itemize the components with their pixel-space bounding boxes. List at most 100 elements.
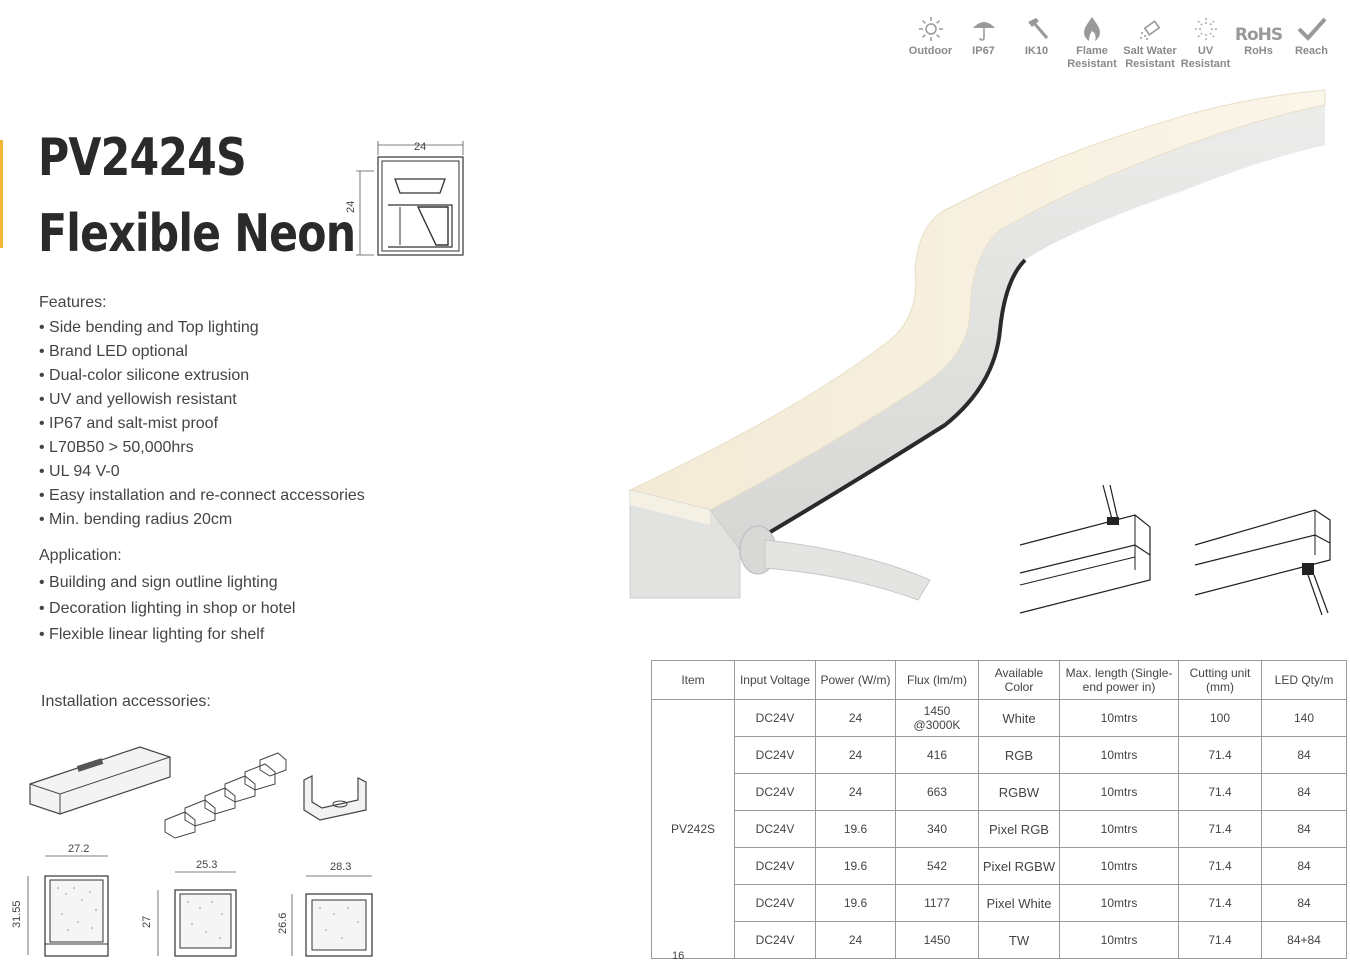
voltage-cell: DC24V [734, 773, 816, 811]
list-item: UV and yellowish resistant [39, 388, 365, 412]
length-cell: 10mtrs [1059, 847, 1179, 885]
application-heading: Application: [39, 547, 122, 564]
table-row: DC24V 19.6 542 Pixel RGBW 10mtrs 71.4 84 [652, 847, 1347, 885]
accent-bar [0, 140, 3, 248]
list-item: Brand LED optional [39, 340, 365, 364]
cut-cell: 71.4 [1178, 736, 1262, 774]
mounting-bracket-image [303, 775, 367, 821]
cert-salt-water: Salt Water Resistant [1121, 12, 1179, 71]
cert-reach: Reach [1285, 12, 1338, 71]
profile-width-label: 28.3 [330, 861, 351, 873]
flux-cell: 542 [895, 847, 979, 885]
color-cell: TW [978, 921, 1060, 959]
product-model: PV2424S [38, 128, 247, 188]
cross-section-diagram: 24 24 [345, 141, 464, 256]
salt-spray-icon [1140, 20, 1161, 40]
qty-cell: 84 [1261, 884, 1347, 922]
cert-label: Reach [1294, 45, 1329, 57]
flame-icon [1084, 17, 1100, 41]
height-dimension: 24 [345, 201, 357, 213]
col-color: Available Color [978, 660, 1060, 700]
hammer-icon [1027, 18, 1048, 39]
umbrella-icon [972, 22, 995, 41]
cert-ik10: IK10 [1010, 12, 1063, 71]
rohs-icon: RoHS [1234, 25, 1283, 45]
cert-label: UV Resistant [1180, 45, 1231, 70]
uv-icon [1194, 18, 1217, 40]
list-item: Min. bending radius 20cm [39, 508, 365, 532]
spec-table: Item Input Voltage Power (W/m) Flux (lm/… [651, 660, 1347, 959]
cert-label: Flame Resistant [1067, 45, 1117, 70]
voltage-cell: DC24V [734, 736, 816, 774]
col-power: Power (W/m) [815, 660, 896, 700]
sun-icon [918, 17, 943, 41]
power-cell: 24 [815, 773, 896, 811]
col-qty: LED Qty/m [1261, 660, 1347, 700]
cert-label: IP67 [972, 45, 995, 57]
end-cap-detail-top-entry [1019, 485, 1151, 614]
list-item: IP67 and salt-mist proof [39, 412, 365, 436]
profile-drawing-1: 27.2 31.55 [11, 843, 109, 957]
color-cell: Pixel White [978, 884, 1060, 922]
cut-cell: 71.4 [1178, 847, 1262, 885]
list-item: Flexible linear lighting for shelf [39, 622, 295, 648]
cut-cell: 71.4 [1178, 884, 1262, 922]
flux-cell: 663 [895, 773, 979, 811]
color-cell: Pixel RGBW [978, 847, 1060, 885]
qty-cell: 84 [1261, 810, 1347, 848]
col-flux: Flux (lm/m) [895, 660, 979, 700]
color-cell: RGB [978, 736, 1060, 774]
product-name: Flexible Neon [38, 204, 356, 264]
accessories-heading: Installation accessories: [41, 693, 211, 710]
cut-cell: 71.4 [1178, 773, 1262, 811]
cert-rohs: RoHS RoHs [1232, 12, 1285, 71]
list-item: Dual-color silicone extrusion [39, 364, 365, 388]
profile-drawing-3: 28.3 26.6 [277, 861, 373, 957]
qty-cell: 84 [1261, 736, 1347, 774]
application-list: Building and sign outline lighting Decor… [39, 570, 295, 648]
profile-drawing-2: 25.3 27 [141, 859, 237, 957]
col-voltage: Input Voltage [734, 660, 816, 700]
table-row: DC24V 24 416 RGB 10mtrs 71.4 84 [652, 736, 1347, 774]
voltage-cell: DC24V [734, 699, 816, 737]
features-list: Side bending and Top lighting Brand LED … [39, 316, 365, 532]
length-cell: 10mtrs [1059, 810, 1179, 848]
features-heading: Features: [39, 294, 107, 311]
length-cell: 10mtrs [1059, 921, 1179, 959]
certification-icons: Outdoor IP67 IK10 Flame Resistant Salt W… [904, 12, 1338, 71]
list-item: Side bending and Top lighting [39, 316, 365, 340]
power-cell: 24 [815, 921, 896, 959]
qty-cell: 140 [1261, 699, 1347, 737]
cut-cell: 71.4 [1178, 921, 1262, 959]
flux-cell: 1177 [895, 884, 979, 922]
qty-cell: 84+84 [1261, 921, 1347, 959]
profile-height-label: 31.55 [11, 900, 23, 928]
color-cell: Pixel RGB [978, 810, 1060, 848]
col-item: Item [651, 660, 735, 700]
voltage-cell: DC24V [734, 810, 816, 848]
list-item: Decoration lighting in shop or hotel [39, 596, 295, 622]
power-cell: 19.6 [815, 884, 896, 922]
cert-ip67: IP67 [957, 12, 1010, 71]
item-cell: PV242S [651, 699, 735, 959]
list-item: Building and sign outline lighting [39, 570, 295, 596]
voltage-cell: DC24V [734, 921, 816, 959]
table-row: DC24V 24 663 RGBW 10mtrs 71.4 84 [652, 773, 1347, 811]
col-length: Max. length (Single-end power in) [1059, 660, 1179, 700]
profile-width-label: 25.3 [196, 859, 217, 871]
table-header-row: Item Input Voltage Power (W/m) Flux (lm/… [651, 660, 1347, 700]
table-row: DC24V 19.6 340 Pixel RGB 10mtrs 71.4 84 [652, 810, 1347, 848]
cut-cell: 100 [1178, 699, 1262, 737]
length-cell: 10mtrs [1059, 773, 1179, 811]
profile-height-label: 26.6 [277, 913, 289, 934]
power-cell: 19.6 [815, 810, 896, 848]
cert-label: IK10 [1024, 45, 1049, 57]
qty-cell: 84 [1261, 773, 1347, 811]
voltage-cell: DC24V [734, 847, 816, 885]
page-number: 16 [672, 950, 685, 962]
profile-width-label: 27.2 [68, 843, 89, 855]
table-row: DC24V 24 1450 TW 10mtrs 71.4 84+84 [652, 921, 1347, 959]
list-item: L70B50 > 50,000hrs [39, 436, 365, 460]
cert-flame: Flame Resistant [1063, 12, 1121, 71]
table-row: PV242S DC24V 24 1450 @3000K White 10mtrs… [651, 699, 1347, 959]
